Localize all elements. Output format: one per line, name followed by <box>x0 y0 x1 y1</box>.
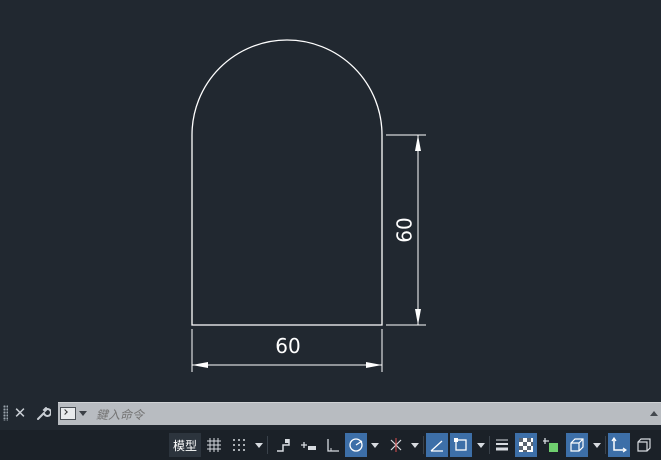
chevron-up-icon[interactable] <box>650 411 658 416</box>
drawing-canvas[interactable]: 60 60 <box>0 0 661 400</box>
chevron-down-icon[interactable] <box>410 433 420 457</box>
chevron-down-icon[interactable] <box>592 433 602 457</box>
chevron-down-icon[interactable] <box>476 433 486 457</box>
command-line: ✕ <box>0 400 661 427</box>
dynamic-ucs-icon[interactable] <box>608 433 630 457</box>
transparency-icon[interactable] <box>515 433 537 457</box>
infer-constraints-icon[interactable] <box>272 433 294 457</box>
ortho-icon[interactable] <box>322 433 344 457</box>
isometric-icon[interactable] <box>385 433 407 457</box>
snap-tracking-icon[interactable] <box>426 433 448 457</box>
arch-shape <box>191 39 383 326</box>
snap-grid-icon[interactable] <box>228 433 250 457</box>
polar-tracking-icon[interactable] <box>345 433 367 457</box>
model-tab[interactable]: 模型 <box>169 433 202 457</box>
wrench-icon[interactable] <box>33 402 53 424</box>
vertical-dimension-text: 60 <box>393 217 417 242</box>
status-bar: 模型 <box>0 430 661 460</box>
selection-cycling-icon[interactable] <box>541 433 563 457</box>
chevron-down-icon[interactable] <box>254 433 264 457</box>
lineweight-icon[interactable] <box>491 433 513 457</box>
drag-handle[interactable] <box>3 405 8 421</box>
command-prompt-icon[interactable] <box>60 407 76 420</box>
command-input[interactable] <box>94 403 618 427</box>
grid-icon[interactable] <box>203 433 225 457</box>
command-field[interactable] <box>58 402 661 427</box>
horizontal-dimension: 60 <box>191 329 383 372</box>
horizontal-dimension-text: 60 <box>275 334 300 358</box>
chevron-down-icon[interactable] <box>79 411 87 416</box>
vertical-dimension: 60 <box>386 134 426 326</box>
close-icon[interactable]: ✕ <box>10 402 30 424</box>
3d-snap-icon[interactable] <box>566 433 588 457</box>
dynamic-input-icon[interactable] <box>297 433 319 457</box>
selection-filter-icon[interactable] <box>633 433 655 457</box>
chevron-down-icon[interactable] <box>370 433 380 457</box>
object-snap-icon[interactable] <box>450 433 472 457</box>
